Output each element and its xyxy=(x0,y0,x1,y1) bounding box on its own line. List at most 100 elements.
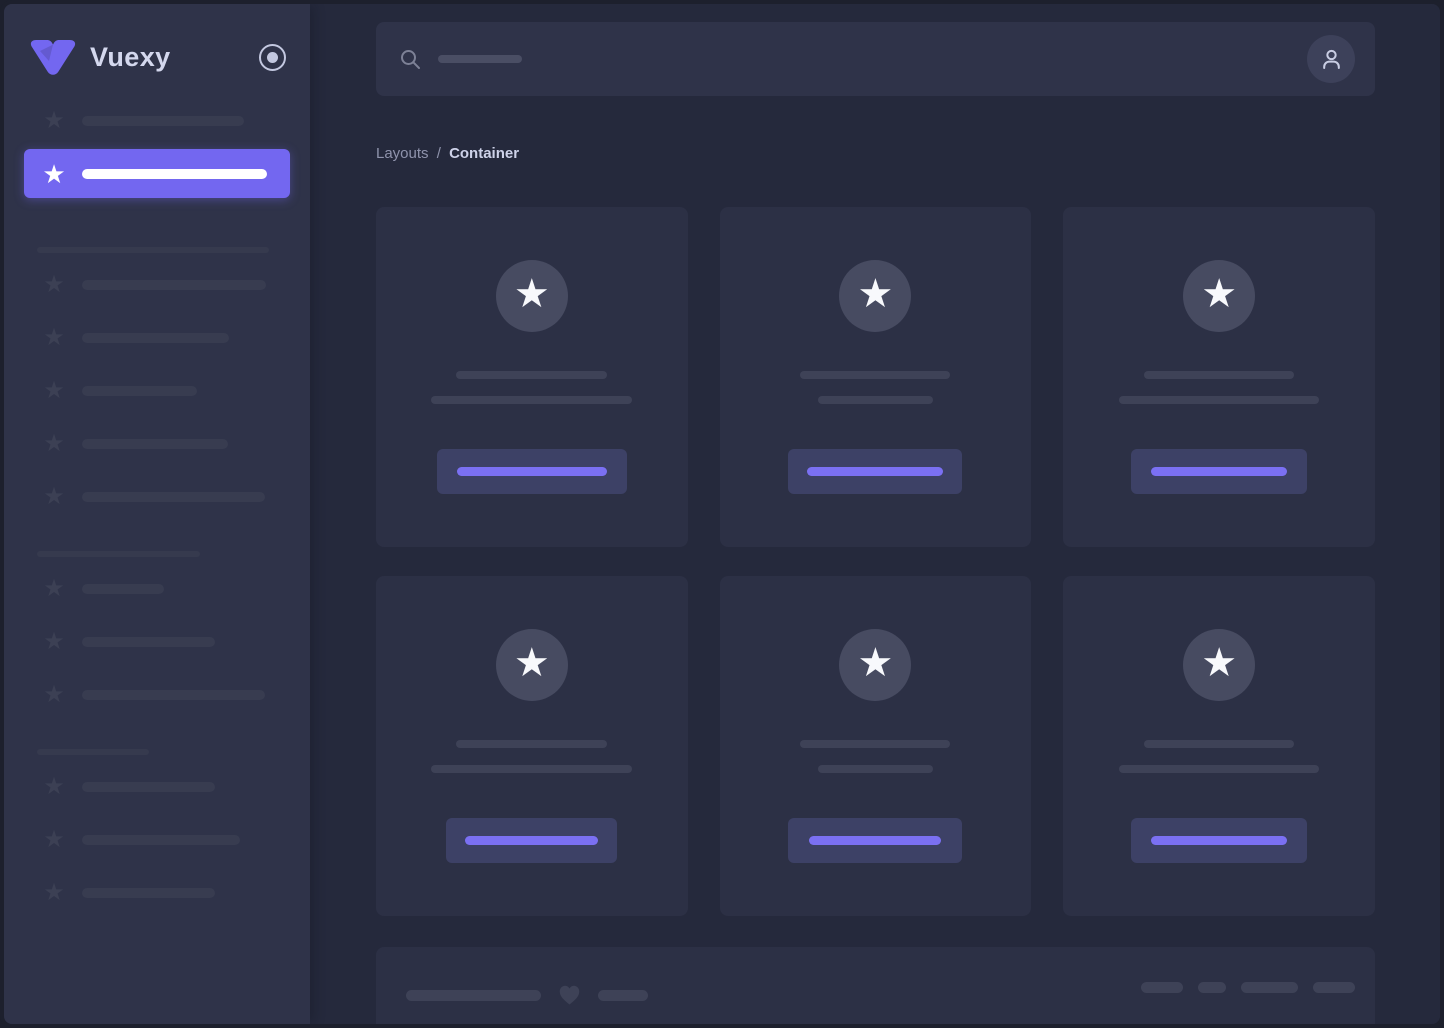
nav-item[interactable]: ★ xyxy=(4,321,310,355)
card-star-avatar: ★ xyxy=(839,629,912,701)
star-icon: ★ xyxy=(857,272,894,316)
nav-section-header-skeleton xyxy=(37,247,269,253)
nav-item-label-skeleton xyxy=(82,280,266,290)
nav-item[interactable]: ★ xyxy=(4,374,310,408)
nav-item[interactable]: ★ xyxy=(4,770,310,804)
card-star-avatar: ★ xyxy=(839,260,912,332)
breadcrumb-parent[interactable]: Layouts xyxy=(376,145,429,162)
footer-card xyxy=(376,947,1375,1024)
nav-item-label-skeleton xyxy=(82,637,215,647)
nav-item[interactable]: ★ xyxy=(4,678,310,712)
main-content: Layouts / Container ★ ★ ★ ★ ★ ★ xyxy=(310,4,1440,1024)
nav-item[interactable]: ★ xyxy=(4,268,310,302)
footer-left-group xyxy=(406,982,648,1008)
star-icon: ★ xyxy=(43,628,65,655)
nav-item-label-skeleton xyxy=(82,584,164,594)
card-action-button[interactable] xyxy=(1131,818,1308,863)
star-icon: ★ xyxy=(42,158,66,189)
footer-bar-skeleton xyxy=(598,989,648,1001)
nav-item-label-skeleton xyxy=(82,386,197,396)
star-icon: ★ xyxy=(43,879,65,906)
breadcrumb-current: Container xyxy=(449,145,520,162)
user-avatar-button[interactable] xyxy=(1307,35,1355,83)
star-icon: ★ xyxy=(43,107,65,134)
nav-item[interactable]: ★ xyxy=(4,104,310,138)
star-icon: ★ xyxy=(43,271,65,298)
brand-name: Vuexy xyxy=(90,41,171,72)
star-icon: ★ xyxy=(43,324,65,351)
nav-section: ★ ★ ★ xyxy=(4,749,310,910)
nav-item-label-skeleton xyxy=(82,835,240,845)
card: ★ xyxy=(1063,207,1375,547)
sidebar: Vuexy ★ ★ ★ ★ ★ ★ ★ ★ ★ ★ ★ ★ ★ xyxy=(4,4,310,1024)
card-title-skeleton xyxy=(800,371,951,379)
star-icon: ★ xyxy=(43,681,65,708)
card: ★ xyxy=(376,207,688,547)
card-star-avatar: ★ xyxy=(495,260,568,332)
star-icon: ★ xyxy=(43,575,65,602)
card-subtitle-skeleton xyxy=(817,765,933,773)
nav-section-header-skeleton xyxy=(37,749,149,755)
nav-sections: ★ ★ ★ ★ ★ ★ ★ ★ ★ ★ ★ xyxy=(4,198,310,910)
nav-item-label-skeleton xyxy=(82,168,267,179)
button-label-skeleton xyxy=(807,467,944,476)
nav-item-label-skeleton xyxy=(82,690,265,700)
search-icon xyxy=(401,50,420,69)
heart-icon[interactable] xyxy=(556,982,583,1008)
card: ★ xyxy=(376,576,688,916)
nav-item[interactable]: ★ xyxy=(4,427,310,461)
card-action-button[interactable] xyxy=(788,449,963,494)
footer-bar-skeleton xyxy=(1198,982,1226,993)
star-icon: ★ xyxy=(43,773,65,800)
nav-pin-toggle-icon[interactable] xyxy=(259,43,286,71)
nav-item[interactable]: ★ xyxy=(4,572,310,606)
nav-item[interactable]: ★ xyxy=(4,876,310,910)
card-subtitle-skeleton xyxy=(431,396,633,404)
card-subtitle-skeleton xyxy=(1119,765,1320,773)
footer-bar-skeleton xyxy=(1241,982,1298,993)
nav-item[interactable]: ★ xyxy=(4,480,310,514)
footer-right-group xyxy=(1141,982,1355,993)
card-action-button[interactable] xyxy=(446,818,618,863)
card-action-button[interactable] xyxy=(1131,449,1308,494)
card-star-avatar: ★ xyxy=(1183,260,1256,332)
footer-bar-skeleton xyxy=(1141,982,1183,993)
card-title-skeleton xyxy=(456,740,608,748)
star-icon: ★ xyxy=(43,483,65,510)
card-action-button[interactable] xyxy=(436,449,627,494)
star-icon: ★ xyxy=(513,641,550,685)
nav-item-label-skeleton xyxy=(82,116,244,126)
card-action-button[interactable] xyxy=(788,818,963,863)
nav-section: ★ ★ ★ xyxy=(4,551,310,712)
star-icon: ★ xyxy=(43,377,65,404)
star-icon: ★ xyxy=(513,272,550,316)
card-star-avatar: ★ xyxy=(1183,629,1256,701)
nav-item[interactable]: ★ xyxy=(4,625,310,659)
person-icon xyxy=(1322,49,1340,69)
card-star-avatar: ★ xyxy=(495,629,568,701)
breadcrumb: Layouts / Container xyxy=(376,145,1375,162)
nav-item-label-skeleton xyxy=(82,888,215,898)
star-icon: ★ xyxy=(1201,272,1238,316)
footer-bar-skeleton xyxy=(1313,982,1355,993)
nav-section-items: ★ ★ ★ ★ ★ xyxy=(4,268,310,514)
nav-item-active[interactable]: ★ xyxy=(24,149,290,198)
button-label-skeleton xyxy=(456,467,607,476)
breadcrumb-separator: / xyxy=(436,145,441,162)
search-bar[interactable] xyxy=(376,22,1375,96)
button-label-skeleton xyxy=(1151,836,1288,845)
vuexy-logo-icon xyxy=(30,40,76,75)
nav-item-label-skeleton xyxy=(82,333,229,343)
card-title-skeleton xyxy=(1144,740,1295,748)
card: ★ xyxy=(1063,576,1375,916)
radio-dot xyxy=(267,51,278,63)
nav-item-label-skeleton xyxy=(82,439,228,449)
button-label-skeleton xyxy=(1151,467,1288,476)
card-title-skeleton xyxy=(800,740,951,748)
nav-item[interactable]: ★ xyxy=(4,823,310,857)
cards-grid: ★ ★ ★ ★ ★ ★ xyxy=(376,207,1375,916)
star-icon: ★ xyxy=(43,430,65,457)
card-title-skeleton xyxy=(1144,371,1295,379)
star-icon: ★ xyxy=(857,641,894,685)
card: ★ xyxy=(719,576,1032,916)
